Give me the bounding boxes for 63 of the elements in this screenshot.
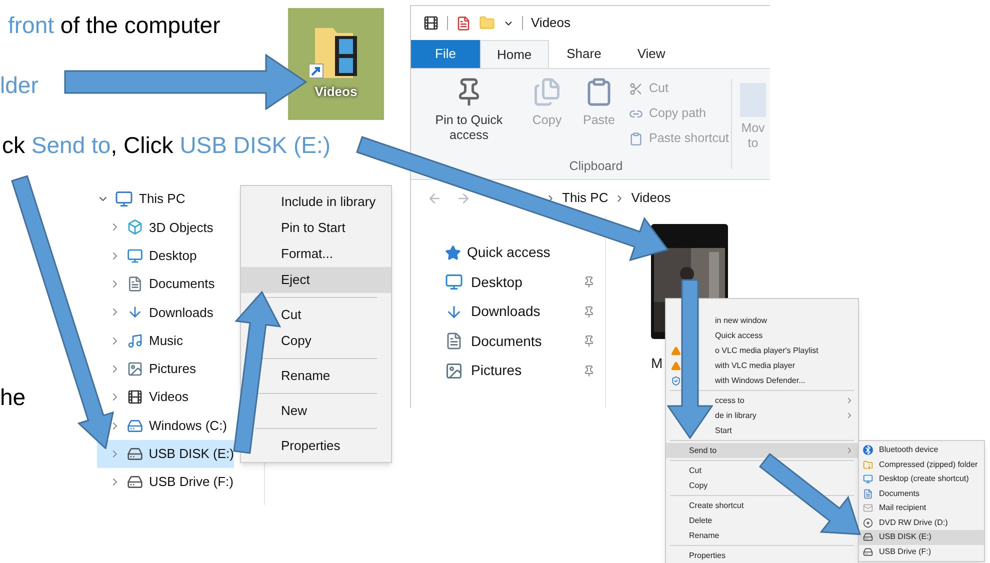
menu-item[interactable]: Desktop (create shortcut) [879,473,969,486]
menu-item[interactable]: Rename [689,530,720,542]
tree-item[interactable]: 3D Objects [149,218,214,238]
menu-item[interactable]: Start [715,424,732,436]
tree-item[interactable]: Windows (C:) [149,416,228,436]
menu-item[interactable]: with VLC media player [715,360,796,372]
ribbon-tab[interactable]: View [619,40,684,68]
menu-item[interactable]: Include in library [281,192,376,212]
menu-item[interactable]: Pin to Start [281,218,346,238]
menu-item[interactable]: Properties [281,436,340,456]
nav-item[interactable]: Pictures [445,356,595,386]
ribbon-tab[interactable]: Share [548,40,620,68]
menu-item[interactable]: Quick access [715,330,763,342]
ribbon-button-label: Mov [741,121,765,136]
menu-item[interactable]: Eject [281,270,310,290]
menu-item[interactable]: Properties [689,550,726,562]
menu-item[interactable]: Cut [689,464,702,476]
menu-item[interactable]: ccess to [715,394,744,406]
menu-item[interactable]: DVD RW Drive (D:) [879,516,948,529]
menu-item[interactable]: de in library [715,410,756,422]
tree-item[interactable]: Music [149,330,183,350]
tree-item[interactable]: Downloads [149,302,214,322]
menu-item[interactable]: Documents [879,488,920,500]
file-name: M [651,354,663,373]
menu-item[interactable]: in new window [715,314,768,326]
menu-item[interactable]: Send to [689,444,717,456]
breadcrumb[interactable]: Videos [631,188,671,208]
instruction-text: he [0,383,26,412]
menu-item[interactable]: Mail recipient [879,502,926,514]
menu-item[interactable]: New [281,401,308,421]
breadcrumb[interactable]: This PC [562,188,608,208]
nav-item[interactable]: Quick access [445,238,595,268]
menu-item[interactable]: with Windows Defender... [715,374,806,386]
instruction-text: front of the computer [8,11,220,40]
nav-item[interactable]: Desktop [445,268,595,297]
menu-item[interactable]: Rename [281,366,330,386]
menu-item[interactable]: Bluetooth device [879,444,938,456]
menu-item[interactable]: USB Drive (F:) [879,546,931,558]
menu-item[interactable]: Copy [689,480,708,492]
instruction-text: ck Send to, Click USB DISK (E:) [2,131,330,160]
nav-item[interactable]: Downloads [445,297,595,326]
menu-item[interactable]: Copy [281,331,312,351]
tree-item[interactable]: Documents [149,274,215,294]
menu-item[interactable]: Create shortcut [689,500,744,512]
tree-item[interactable]: This PC [139,189,186,209]
tree-item[interactable]: USB Drive (F:) [149,472,234,492]
ribbon-tab[interactable]: File [411,40,480,68]
ribbon-tab[interactable]: Home [480,40,549,68]
instruction-text: lder [0,71,38,100]
tree-item[interactable]: Pictures [149,359,196,379]
address-bar[interactable]: This PC Videos [545,188,671,208]
nav-item[interactable]: Documents [445,326,595,356]
group-label: Clipboard [569,158,623,175]
tree-item[interactable]: Desktop [149,246,197,266]
tree-item[interactable]: Videos [149,387,189,407]
ribbon-button[interactable]: Pin to Quick access [417,77,521,157]
window-title: Videos [531,14,571,32]
menu-item[interactable]: Cut [281,305,302,325]
menu-item[interactable]: Delete [689,514,712,526]
ribbon-button-label: to [748,136,758,151]
menu-item[interactable]: Compressed (zipped) folder [879,458,978,471]
menu-item[interactable]: Format... [281,244,334,264]
menu-item[interactable]: o VLC media player's Playlist [715,344,818,356]
